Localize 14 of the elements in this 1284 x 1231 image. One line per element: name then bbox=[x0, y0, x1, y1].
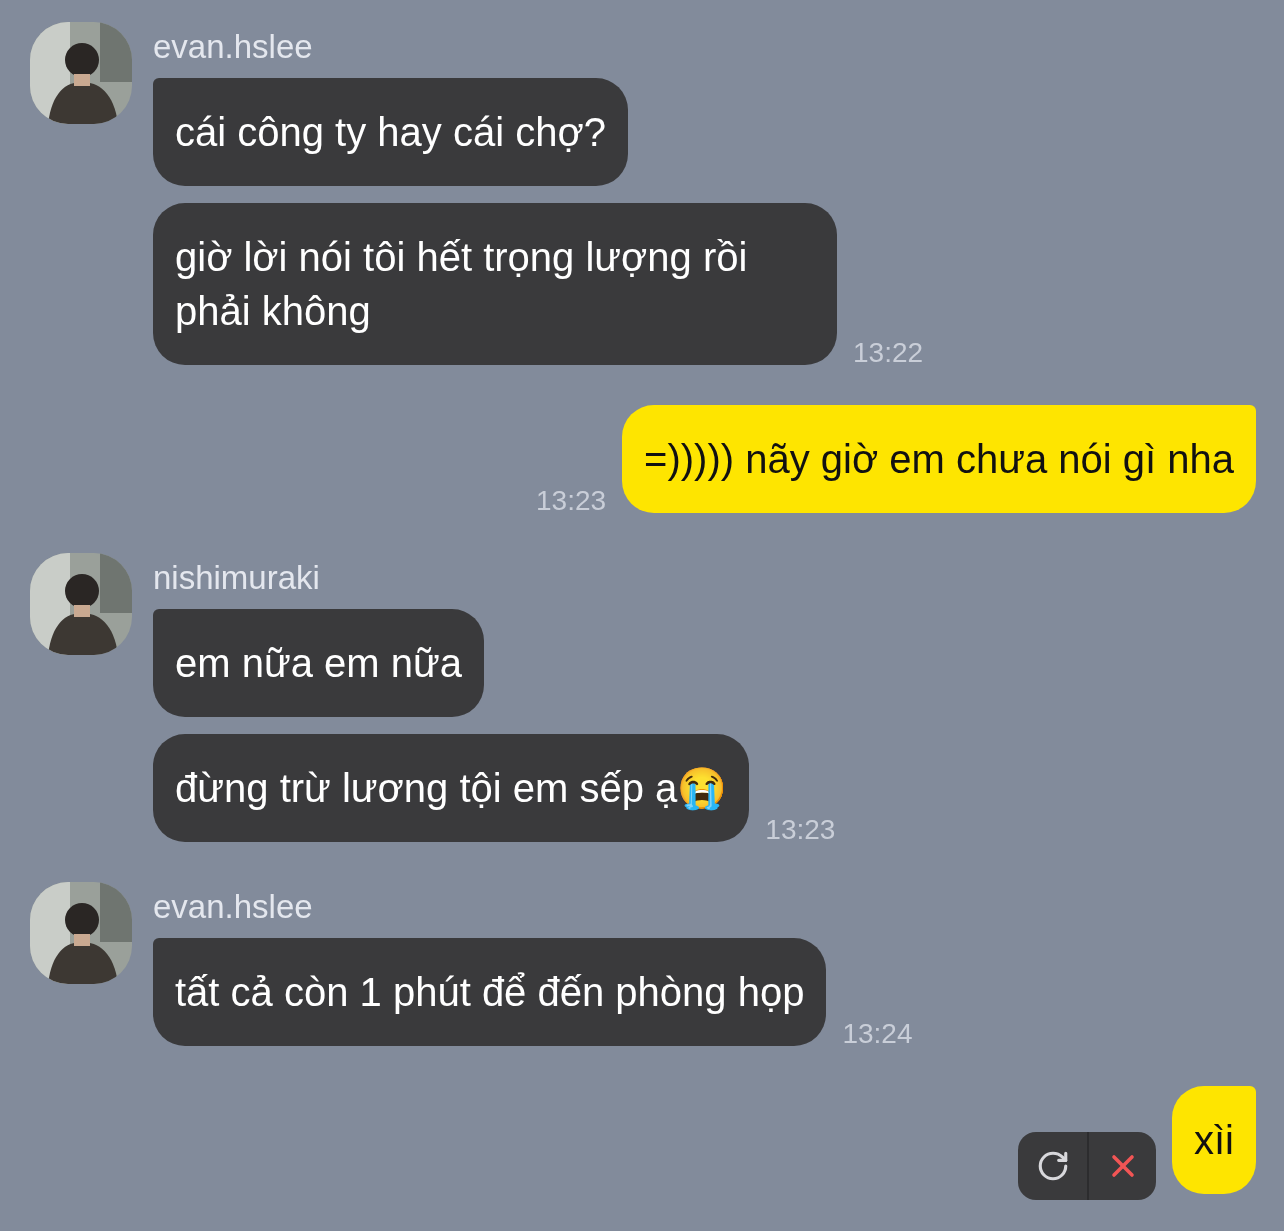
message-bubble: giờ lời nói tôi hết trọng lượng rồi phải không bbox=[153, 203, 837, 365]
message-bubble: =))))) nãy giờ em chưa nói gì nha bbox=[622, 405, 1256, 513]
sender-name: nishimuraki bbox=[153, 561, 320, 594]
message-time: 13:23 bbox=[536, 485, 607, 517]
message-bubble: xìi bbox=[1172, 1086, 1256, 1194]
message-bubble: đừng trừ lương tội em sếp ạ😭 bbox=[153, 734, 750, 842]
message-bubble: em nữa em nữa bbox=[153, 609, 484, 717]
message-time: 13:22 bbox=[853, 337, 924, 369]
message-bubble: cái công ty hay cái chợ? bbox=[153, 78, 628, 186]
message-bubble: tất cả còn 1 phút để đến phòng họp bbox=[153, 938, 827, 1046]
message-time: 13:24 bbox=[842, 1018, 913, 1050]
sender-name: evan.hslee bbox=[153, 30, 313, 63]
sender-name: evan.hslee bbox=[153, 890, 313, 923]
message-time: 13:23 bbox=[765, 814, 836, 846]
